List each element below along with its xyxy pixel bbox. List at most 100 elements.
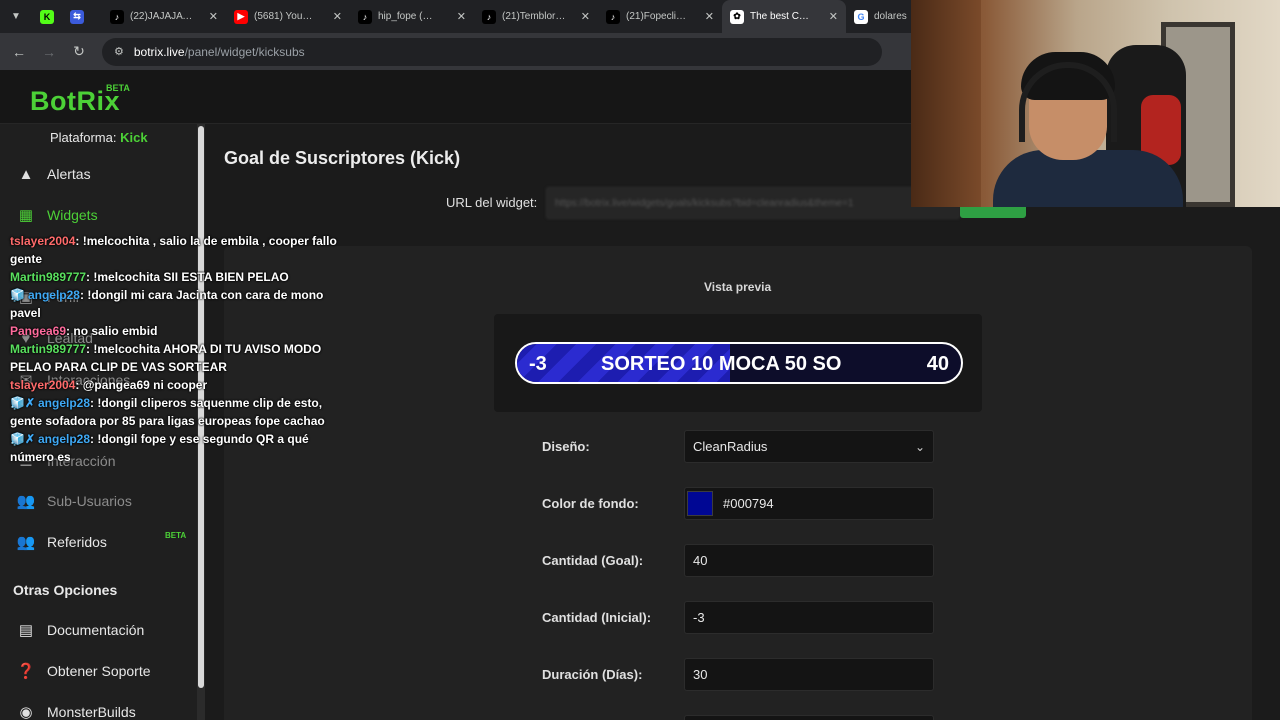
chat-user: tslayer2004	[10, 378, 76, 392]
help-icon: ❓	[16, 663, 36, 680]
monster-icon: ◉	[19, 704, 33, 720]
chat-user: tslayer2004	[10, 234, 76, 248]
goal-amount-input[interactable]: 40	[684, 544, 934, 577]
tab-title: (5681) YouTube	[254, 11, 318, 22]
chevron-down-icon: ⌄	[914, 439, 925, 454]
webcam-person-body	[993, 150, 1183, 207]
next-form-field[interactable]	[684, 715, 934, 720]
tab-title: (21)Fopeclipsx	[626, 11, 690, 22]
platform-label: Plataforma:	[50, 130, 117, 145]
warning-icon: ▲	[18, 165, 34, 183]
color-swatch[interactable]	[687, 491, 713, 516]
chat-badge-icon: 🧊✗	[10, 432, 35, 446]
referidos-beta-badge: BETA	[165, 531, 187, 540]
tab-title: (21)Temblor En	[502, 11, 566, 22]
sidebar-item-label: Sub-Usuarios	[47, 493, 132, 509]
tab-tiktok-3[interactable]: ♪ (21)Temblor En ✕	[474, 0, 598, 33]
youtube-favicon-icon: ▶	[234, 9, 248, 24]
sidebar-item-label: Documentación	[47, 622, 145, 638]
stream-chat-overlay: tslayer2004: !melcochita , salio la de e…	[10, 232, 355, 466]
tab-chatgpt-active[interactable]: ✿ The best ChatB ✕	[722, 0, 846, 33]
initial-amount-input[interactable]: -3	[684, 601, 934, 634]
chat-message: 🧊✗ angelp28: !dongil fope y ese segundo Q…	[10, 432, 309, 464]
duration-value: 30	[693, 667, 708, 682]
sidebar-item-monsterbuilds[interactable]: ◉ MonsterBuilds	[17, 700, 136, 720]
goal-bar-preview: -3 SORTEO 10 MOCA 50 SO 40	[515, 342, 963, 384]
sidebar-item-alertas[interactable]: ▲ Alertas	[17, 162, 91, 186]
tab-tiktok-1[interactable]: ♪ (22)JAJAJA NO ✕	[102, 0, 226, 33]
chat-text: !melcochita SII ESTA BIEN PELAO	[93, 270, 289, 284]
tab-close-icon[interactable]: ✕	[581, 10, 590, 23]
users-icon: 👥	[16, 493, 36, 510]
tiktok-favicon-icon: ♪	[358, 9, 372, 24]
chat-text: @pangea69 ni cooper	[82, 378, 208, 392]
chat-message: Martin989777: !melcochita AHORA DI TU AV…	[10, 342, 322, 374]
url-path: /panel/widget/kicksubs	[184, 44, 305, 59]
tab-tiktok-4[interactable]: ♪ (21)Fopeclipsx ✕	[598, 0, 722, 33]
design-select[interactable]: CleanRadius ⌄	[684, 430, 934, 463]
platform-value: Kick	[120, 130, 148, 145]
preview-label: Vista previa	[704, 280, 772, 294]
chat-user: Martin989777	[10, 342, 87, 356]
back-arrow-icon[interactable]: ←	[4, 44, 34, 60]
chat-text: no salio embid	[73, 324, 158, 338]
reload-icon[interactable]: ↻	[64, 43, 94, 60]
sidebar-item-widgets[interactable]: ▦ Widgets	[17, 203, 98, 227]
chat-message: Pangea69: no salio embid	[10, 324, 158, 338]
tab-youtube[interactable]: ▶ (5681) YouTube ✕	[226, 0, 350, 33]
url-omnibox[interactable]: ⚙ botrix.live/panel/widget/kicksubs	[102, 37, 882, 66]
tab-app[interactable]: ⇆	[62, 0, 102, 33]
sidebar-item-label: MonsterBuilds	[47, 704, 136, 720]
tab-close-icon[interactable]: ✕	[829, 10, 838, 23]
background-color-value: #000794	[723, 496, 774, 511]
screen: ▼ K ⇆ ♪ (22)JAJAJA NO ✕ ▶ (5681) YouTube…	[0, 0, 1280, 720]
tab-title: The best ChatB	[750, 11, 814, 22]
tab-close-icon[interactable]: ✕	[705, 10, 714, 23]
tab-search-chevron-icon[interactable]: ▼	[0, 0, 32, 33]
app-favicon-icon: ⇆	[70, 9, 84, 24]
chat-message: Martin989777: !melcochita SII ESTA BIEN …	[10, 270, 289, 284]
tab-title: (22)JAJAJA NO	[130, 11, 194, 22]
goal-amount-label: Cantidad (Goal):	[542, 553, 644, 568]
site-settings-icon[interactable]: ⚙	[114, 45, 124, 58]
sidebar-item-label: Widgets	[47, 207, 98, 223]
chat-badge-icon: 🧊	[10, 288, 25, 302]
goal-target-value: 40	[926, 353, 949, 375]
chat-user: angelp28	[38, 396, 91, 410]
chat-user: Pangea69	[10, 324, 67, 338]
webcam-overlay	[911, 0, 1280, 207]
url-host: botrix.live	[133, 44, 185, 59]
referral-icon: 👥	[16, 534, 36, 551]
background-color-field[interactable]: #000794	[684, 487, 934, 520]
sidebar-item-documentacion[interactable]: ▤ Documentación	[17, 618, 144, 642]
sidebar-item-label: Obtener Soporte	[47, 663, 151, 679]
tab-kick[interactable]: K	[32, 0, 62, 33]
logo-beta-badge: BETA	[106, 83, 130, 93]
tiktok-favicon-icon: ♪	[110, 9, 124, 24]
sidebar-item-referidos[interactable]: 👥 Referidos	[17, 530, 107, 554]
tab-close-icon[interactable]: ✕	[457, 10, 466, 23]
section-title-otras-opciones: Otras Opciones	[13, 582, 118, 598]
sidebar-item-obtener-soporte[interactable]: ❓ Obtener Soporte	[17, 659, 151, 683]
tab-tiktok-2[interactable]: ♪ hip_fope (@hip ✕	[350, 0, 474, 33]
goal-current-value: -3	[529, 353, 547, 375]
design-label: Diseño:	[542, 439, 590, 454]
tab-close-icon[interactable]: ✕	[333, 10, 342, 23]
goal-bar-text: SORTEO 10 MOCA 50 SO	[601, 353, 842, 375]
tab-close-icon[interactable]: ✕	[209, 10, 218, 23]
document-icon: ▤	[18, 622, 34, 639]
duration-label: Duración (Días):	[542, 667, 643, 682]
kick-favicon-icon: K	[40, 9, 54, 24]
duration-input[interactable]: 30	[684, 658, 934, 691]
widget-url-field[interactable]: https://botrix.live/widgets/goals/kicksu…	[546, 187, 960, 219]
initial-amount-label: Cantidad (Inicial):	[542, 610, 652, 625]
chat-user: angelp28	[38, 432, 91, 446]
google-favicon-icon: G	[854, 9, 868, 24]
chat-message: tslayer2004: !melcochita , salio la de e…	[10, 234, 337, 266]
chat-user: Martin989777	[10, 270, 87, 284]
tab-title: dolares	[874, 11, 907, 22]
forward-arrow-icon[interactable]: →	[34, 44, 64, 60]
tiktok-favicon-icon: ♪	[606, 9, 620, 24]
chat-message: 🧊 angelp28: !dongil mi cara Jacinta con c…	[10, 288, 324, 320]
sidebar-item-sub-usuarios[interactable]: 👥 Sub-Usuarios	[17, 489, 132, 513]
